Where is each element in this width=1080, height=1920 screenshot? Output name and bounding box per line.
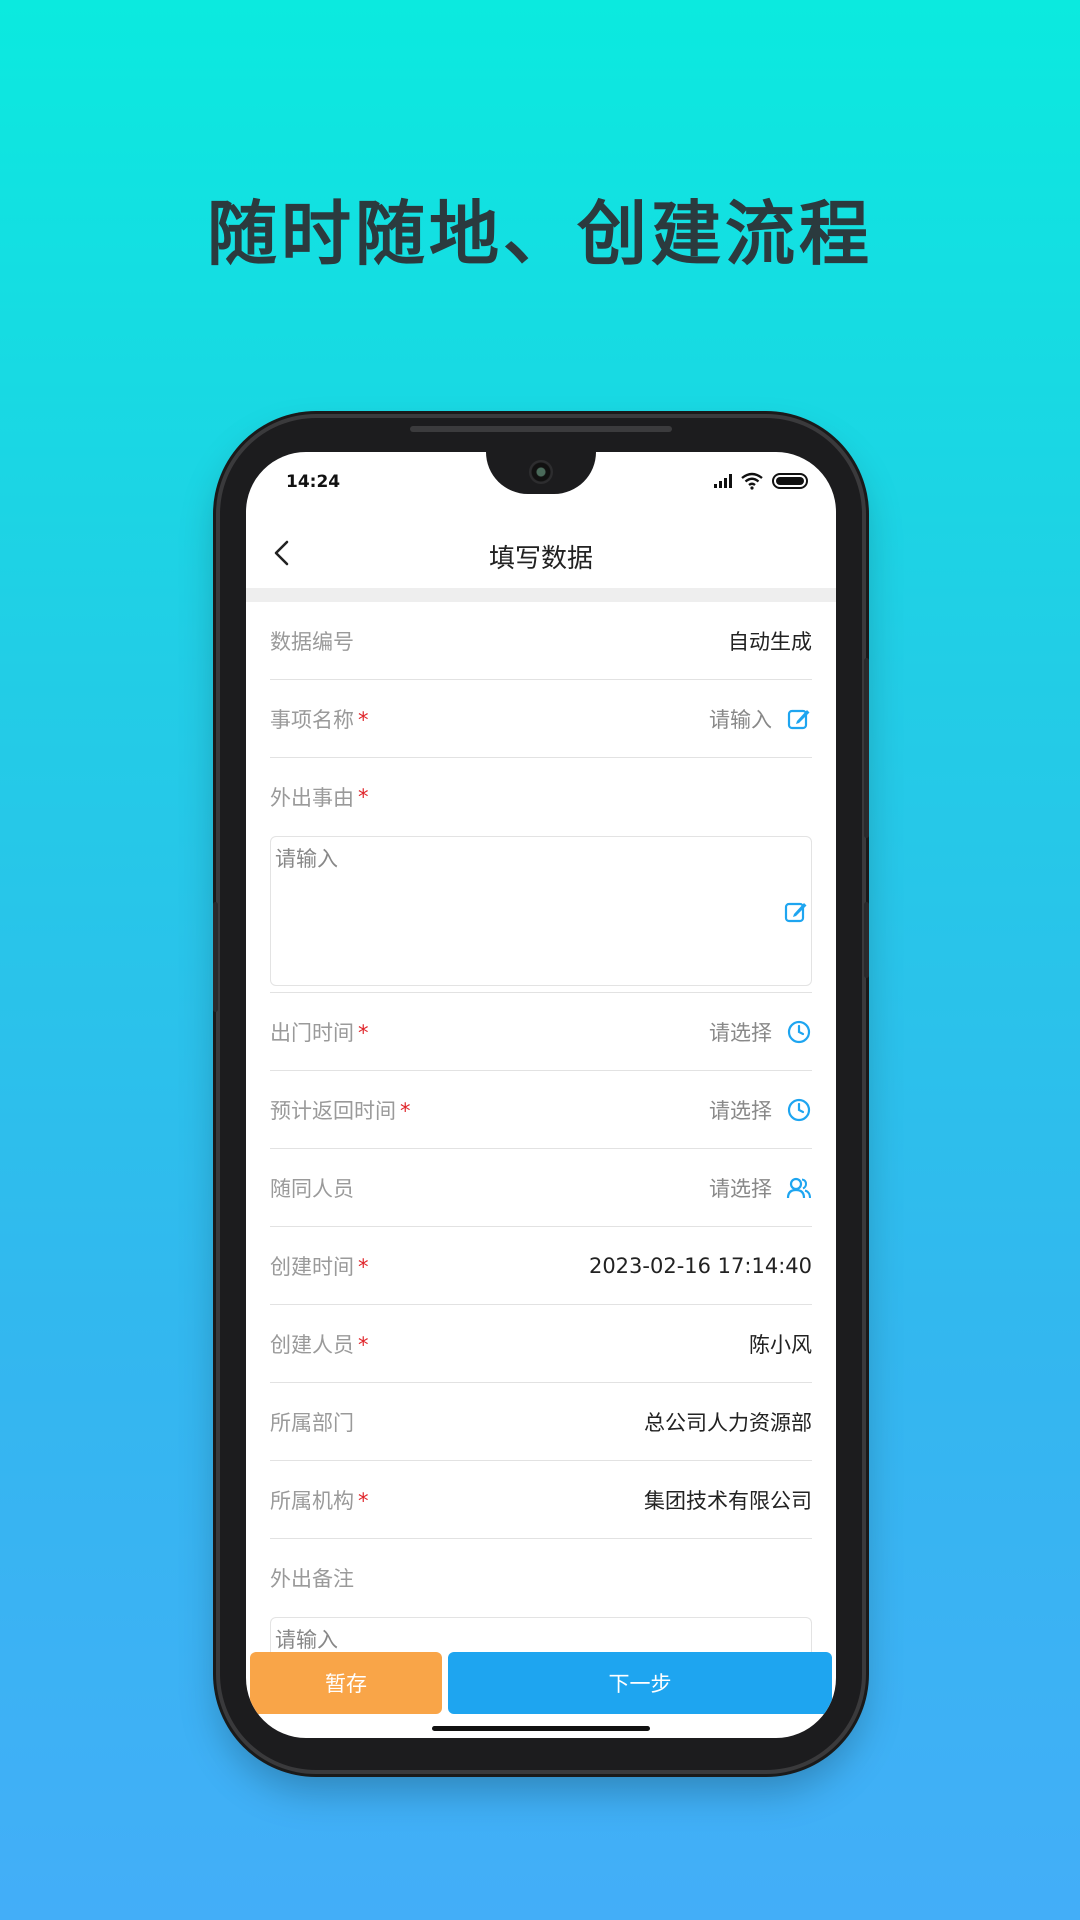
signal-icon — [714, 474, 732, 488]
field-label: 外出备注 — [270, 1567, 354, 1591]
field-value: 总公司人力资源部 — [644, 1410, 812, 1435]
form: 数据编号 自动生成 事项名称 * 请输入 外出事由 * 请输入 出门时间 * 请… — [270, 602, 812, 1657]
edit-icon — [787, 709, 810, 729]
field-label: 事项名称 — [270, 707, 354, 732]
remarks-placeholder: 请输入 — [275, 1628, 338, 1652]
field-return-time[interactable]: 预计返回时间 * 请选择 — [270, 1071, 812, 1149]
required-mark: * — [358, 1488, 369, 1513]
field-item-name[interactable]: 事项名称 * 请输入 — [270, 680, 812, 758]
departure-time-select[interactable]: 请选择 — [709, 1017, 772, 1047]
promo-headline: 随时随地、创建流程 — [207, 193, 873, 275]
page-title: 填写数据 — [488, 544, 593, 574]
side-button-upper — [864, 658, 869, 838]
field-reason-label-row: 外出事由 * — [270, 758, 812, 836]
action-bar: 暂存 下一步 — [246, 1652, 836, 1714]
speaker-grille — [410, 426, 672, 432]
phone-screen: 14:24 填写数据 数据编号 自动生成 事项名称 * 请输入 外出事由 * 请… — [246, 452, 836, 1738]
required-mark: * — [358, 1020, 369, 1045]
edit-icon — [784, 902, 807, 923]
field-value: 自动生成 — [728, 629, 812, 654]
field-label: 外出事由 — [270, 786, 354, 810]
front-camera — [529, 460, 553, 484]
field-companions[interactable]: 随同人员 请选择 — [270, 1149, 812, 1227]
field-value: 集团技术有限公司 — [644, 1488, 812, 1513]
remarks-textarea[interactable]: 请输入 — [270, 1617, 812, 1657]
item-name-input[interactable]: 请输入 — [709, 704, 772, 734]
save-draft-button[interactable]: 暂存 — [250, 1652, 442, 1714]
wifi-icon — [741, 472, 763, 490]
notch — [486, 452, 596, 494]
header-divider — [246, 588, 836, 602]
required-mark: * — [358, 1254, 369, 1279]
reason-textarea[interactable]: 请输入 — [270, 836, 812, 986]
field-label: 数据编号 — [270, 629, 354, 654]
required-mark: * — [358, 785, 369, 809]
field-value: 2023-02-16 17:14:40 — [588, 1253, 812, 1278]
status-time: 14:24 — [286, 472, 341, 492]
field-department: 所属部门 总公司人力资源部 — [270, 1383, 812, 1461]
battery-icon — [772, 473, 808, 489]
return-time-select[interactable]: 请选择 — [709, 1095, 772, 1125]
field-creator: 创建人员 * 陈小风 — [270, 1305, 812, 1383]
field-departure-time[interactable]: 出门时间 * 请选择 — [270, 993, 812, 1071]
nav-bar: 填写数据 — [246, 520, 836, 588]
field-created-time: 创建时间 * 2023-02-16 17:14:40 — [270, 1227, 812, 1305]
field-organization: 所属机构 * 集团技术有限公司 — [270, 1461, 812, 1539]
next-step-button[interactable]: 下一步 — [448, 1652, 832, 1714]
required-mark: * — [400, 1098, 411, 1123]
field-label: 创建人员 — [270, 1332, 354, 1357]
home-indicator[interactable] — [432, 1726, 650, 1731]
field-value: 陈小风 — [749, 1332, 812, 1357]
field-data-number: 数据编号 自动生成 — [270, 602, 812, 680]
phone-frame: 14:24 填写数据 数据编号 自动生成 事项名称 * 请输入 外出事由 * 请… — [213, 418, 869, 1770]
reason-placeholder: 请输入 — [275, 847, 338, 871]
clock-icon — [787, 1020, 811, 1043]
field-label: 随同人员 — [270, 1176, 354, 1201]
field-label: 出门时间 — [270, 1020, 354, 1045]
field-label: 所属机构 — [270, 1488, 354, 1513]
companions-select[interactable]: 请选择 — [709, 1173, 772, 1203]
field-label: 预计返回时间 — [270, 1098, 396, 1123]
volume-button — [213, 902, 218, 1012]
status-icons — [714, 470, 808, 492]
power-button — [864, 902, 869, 978]
field-label: 创建时间 — [270, 1254, 354, 1279]
field-label: 所属部门 — [270, 1410, 354, 1435]
clock-icon — [787, 1098, 811, 1121]
required-mark: * — [358, 1332, 369, 1357]
required-mark: * — [358, 707, 369, 732]
field-remarks-label-row: 外出备注 — [270, 1539, 812, 1617]
users-icon — [786, 1177, 811, 1198]
